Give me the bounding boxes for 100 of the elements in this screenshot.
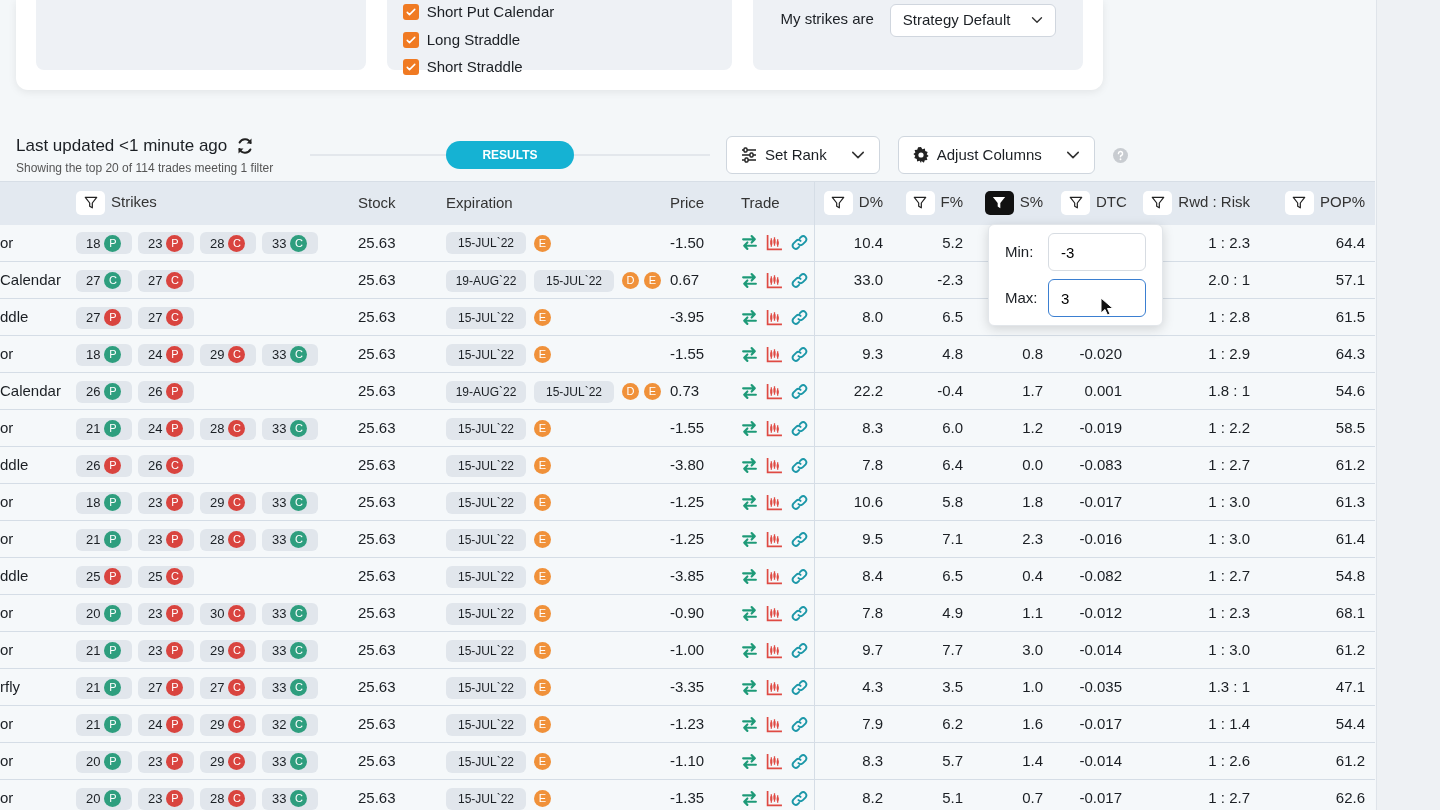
table-cell: 25.63 [350,372,438,410]
swap-icon[interactable] [741,456,758,474]
expiration-tag: 15-JUL`22 [446,343,526,366]
table-cell: 64.3 [1260,335,1375,373]
columns-button[interactable]: Adjust Columns [897,136,1095,174]
table-cell: 8.4 [814,557,893,595]
expiration-tag: 15-JUL`22 [446,602,526,625]
chart-icon[interactable] [766,308,783,326]
checkbox[interactable] [402,31,419,48]
chart-icon[interactable] [766,604,783,622]
chart-icon[interactable] [766,345,783,363]
chart-icon[interactable] [766,567,783,585]
swap-icon[interactable] [741,789,758,807]
option-type-badge: P [166,605,184,622]
swap-icon[interactable] [741,752,758,770]
input-field[interactable]: -3 [1048,233,1146,271]
checkbox[interactable] [402,4,419,21]
chart-icon[interactable] [766,419,783,437]
chart-icon[interactable] [766,752,783,770]
swap-icon[interactable] [741,271,758,289]
chart-icon[interactable] [766,641,783,659]
table-cell: 25.63 [350,298,438,336]
swap-icon[interactable] [741,493,758,511]
link-icon[interactable] [791,308,808,326]
strike-tag: 27 P [138,676,194,699]
link-icon[interactable] [791,752,808,770]
link-icon[interactable] [791,567,808,585]
swap-icon[interactable] [741,678,758,696]
strike-tag: 20 P [76,602,132,625]
link-icon[interactable] [791,271,808,289]
filter-button[interactable] [984,191,1014,216]
filter-icon [992,196,1007,211]
link-icon[interactable] [791,493,808,511]
option-type-badge: C [228,494,246,511]
filter-button[interactable] [76,191,105,216]
swap-icon[interactable] [741,345,758,363]
link-icon[interactable] [791,604,808,622]
table-cell: 6.5 [893,298,973,336]
strike-tag: 33 C [262,602,318,625]
strike-tag: 33 C [262,750,318,773]
table-cell: -0.082 [1053,557,1132,595]
option-type-badge: P [104,790,122,807]
option-type-badge: C [166,309,184,326]
chart-icon[interactable] [766,715,783,733]
strike-tag: 24 P [138,713,194,736]
option-type-badge: C [290,531,308,548]
link-icon[interactable] [791,789,808,807]
table-cell: 1 : 3.0 [1132,483,1260,521]
table-cell: -1.10 [662,742,733,780]
chart-icon[interactable] [766,789,783,807]
option-type-badge: C [290,346,308,363]
table-cell: 0.4 [973,557,1053,595]
column-header: Rwd : Risk [1178,193,1250,211]
link-icon[interactable] [791,641,808,659]
chart-icon[interactable] [766,493,783,511]
swap-icon[interactable] [741,382,758,400]
checkbox[interactable] [402,59,419,76]
chart-icon[interactable] [766,678,783,696]
link-icon[interactable] [791,382,808,400]
link-icon[interactable] [791,456,808,474]
rank-button[interactable]: Set Rank [726,136,880,174]
swap-icon[interactable] [741,715,758,733]
swap-icon[interactable] [741,604,758,622]
table-cell: -0.016 [1053,520,1132,558]
expiration-tag: 15-JUL`22 [534,380,614,403]
option-type-badge: P [166,531,184,548]
link-icon[interactable] [791,345,808,363]
swap-icon[interactable] [741,308,758,326]
table-cell: 1.0 [973,668,1053,706]
table-cell: 1 : 3.0 [1132,520,1260,558]
table-cell: -1.55 [662,335,733,373]
chart-icon[interactable] [766,271,783,289]
link-icon[interactable] [791,715,808,733]
event-badge: D [622,383,639,400]
strikes-select[interactable]: Strategy Default [889,4,1056,37]
filter-button[interactable] [1285,191,1314,216]
filter-button[interactable] [1143,191,1173,216]
link-icon[interactable] [791,234,808,252]
link-icon[interactable] [791,530,808,548]
strike-tag: 28 C [200,232,256,255]
chart-icon[interactable] [766,382,783,400]
chart-icon[interactable] [766,530,783,548]
table-cell: 1 : 2.7 [1132,557,1260,595]
table-cell: 1.8 : 1 [1132,372,1260,410]
swap-icon[interactable] [741,530,758,548]
link-icon[interactable] [791,419,808,437]
strike-tag: 24 P [138,417,194,440]
link-icon[interactable] [791,678,808,696]
chart-icon[interactable] [766,234,783,252]
swap-icon[interactable] [741,641,758,659]
filter-button[interactable] [823,191,853,216]
swap-icon[interactable] [741,419,758,437]
swap-icon[interactable] [741,567,758,585]
filter-button[interactable] [1061,191,1090,216]
strategy-cell: or [0,483,76,521]
option-type-badge: C [228,716,246,733]
swap-icon[interactable] [741,234,758,252]
input-field[interactable]: 3 [1048,279,1146,317]
filter-button[interactable] [905,191,935,216]
chart-icon[interactable] [766,456,783,474]
